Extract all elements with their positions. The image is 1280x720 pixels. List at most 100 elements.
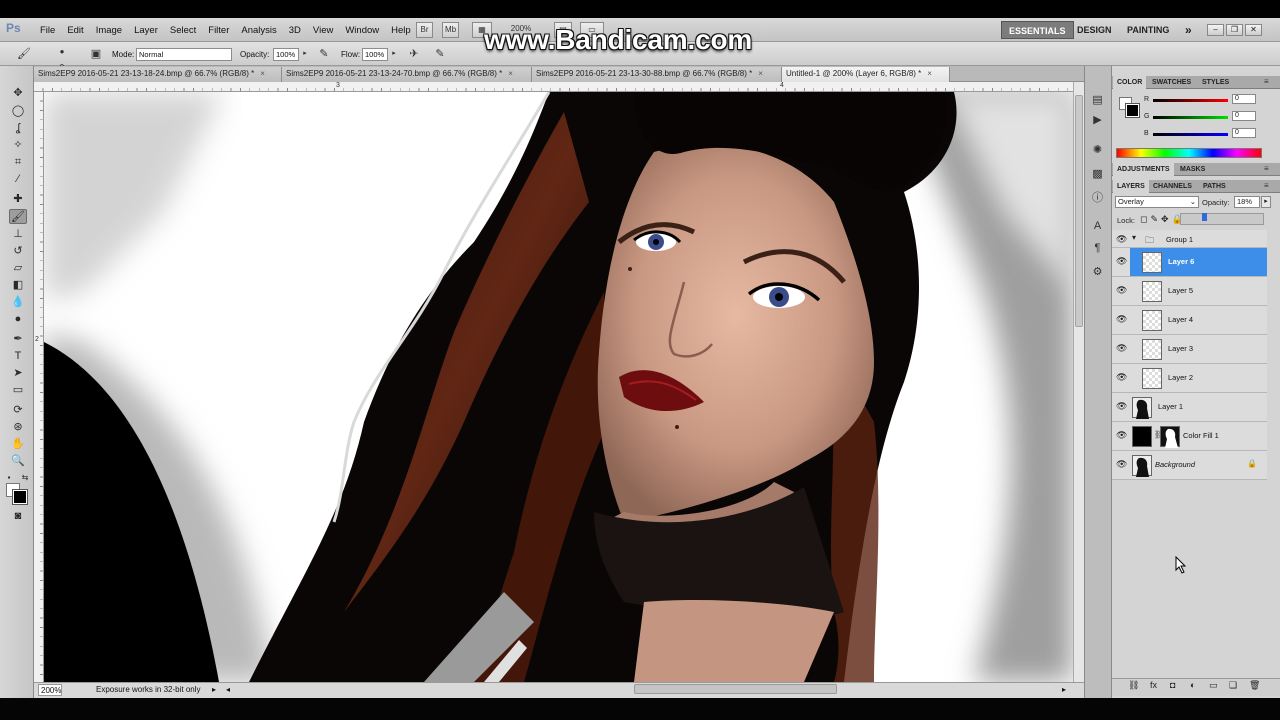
flow-arrow-icon[interactable]: ▸: [389, 46, 399, 62]
horizontal-scroll-thumb[interactable]: [634, 684, 837, 694]
hand-tool-icon[interactable]: ✋: [9, 437, 27, 452]
eye-icon[interactable]: 👁: [1116, 314, 1127, 324]
color-panel-fg-swatch[interactable]: [1126, 104, 1139, 117]
document-tab-2[interactable]: Sims2EP9 2016-05-21 23-13-24-70.bmp @ 66…: [282, 67, 532, 82]
tab-close-icon[interactable]: ×: [508, 69, 513, 78]
mini-bridge-button[interactable]: Mb: [442, 22, 459, 38]
menu-window[interactable]: Window: [339, 25, 385, 37]
menu-file[interactable]: File: [34, 25, 61, 37]
eraser-tool-icon[interactable]: ▱: [9, 261, 27, 276]
tab-close-icon[interactable]: ×: [260, 69, 265, 78]
paragraph-panel-icon[interactable]: ¶: [1089, 240, 1106, 256]
vertical-scroll-thumb[interactable]: [1075, 95, 1083, 327]
tab-paths[interactable]: PATHS: [1199, 180, 1230, 193]
eye-icon[interactable]: 👁: [1116, 372, 1127, 382]
eye-icon[interactable]: 👁: [1116, 459, 1127, 469]
quick-mask-icon[interactable]: ◙: [9, 509, 27, 524]
blend-mode-select[interactable]: Overlay ⌄: [1115, 196, 1199, 208]
new-layer-icon[interactable]: ❑: [1229, 680, 1237, 691]
move-tool-icon[interactable]: ✥: [9, 86, 27, 101]
airbrush-icon[interactable]: ✈: [406, 46, 422, 62]
channel-r-input[interactable]: 0: [1232, 94, 1256, 104]
tab-close-icon[interactable]: ×: [758, 69, 763, 78]
brush-panel-icon[interactable]: ✺: [1089, 142, 1106, 158]
layer-row[interactable]: 👁 Layer 5: [1112, 277, 1267, 306]
type-tool-icon[interactable]: T: [9, 349, 27, 364]
channel-g-input[interactable]: 0: [1232, 111, 1256, 121]
menu-edit[interactable]: Edit: [61, 25, 89, 37]
dodge-tool-icon[interactable]: ●: [9, 312, 27, 327]
eye-icon[interactable]: 👁: [1116, 430, 1127, 440]
eye-icon[interactable]: 👁: [1116, 401, 1127, 411]
opacity-arrow-icon[interactable]: ▸: [300, 46, 310, 62]
eye-icon[interactable]: 👁: [1116, 285, 1127, 295]
channel-g-slider[interactable]: [1153, 116, 1228, 119]
workspace-painting[interactable]: PAINTING: [1120, 21, 1176, 39]
tool-presets-icon[interactable]: ⚙: [1089, 264, 1106, 280]
layer-row[interactable]: 👁 Background 🔒: [1112, 451, 1267, 480]
panel-menu-icon[interactable]: ≡: [1264, 164, 1276, 173]
panel-menu-icon[interactable]: ≡: [1264, 181, 1276, 190]
marquee-tool-icon[interactable]: ◯: [9, 104, 27, 119]
color-spectrum-ramp[interactable]: [1116, 148, 1262, 158]
menu-3d[interactable]: 3D: [283, 25, 307, 37]
zoom-status-field[interactable]: 200%: [38, 684, 62, 696]
tablet-pressure-opacity-icon[interactable]: ✎: [316, 46, 332, 62]
channel-b-slider[interactable]: [1153, 133, 1228, 136]
tab-close-icon[interactable]: ×: [927, 69, 932, 78]
eye-icon[interactable]: 👁: [1116, 343, 1127, 353]
lock-options[interactable]: ◻✎✥🔒: [1140, 214, 1186, 225]
quick-select-tool-icon[interactable]: ✧: [9, 138, 27, 153]
delete-layer-icon[interactable]: 🗑: [1249, 680, 1260, 691]
layer-group-row[interactable]: 👁 ▾ 🗀 Group 1: [1112, 230, 1267, 248]
new-group-icon[interactable]: ▭: [1209, 680, 1218, 691]
channel-b-input[interactable]: 0: [1232, 128, 1256, 138]
layer-row[interactable]: 👁 Layer 6: [1112, 248, 1267, 277]
document-tab-1[interactable]: Sims2EP9 2016-05-21 23-13-18-24.bmp @ 66…: [34, 67, 282, 82]
document-tab-3[interactable]: Sims2EP9 2016-05-21 23-13-30-88.bmp @ 66…: [532, 67, 782, 82]
menu-layer[interactable]: Layer: [128, 25, 164, 37]
swap-colors-icon[interactable]: ⇆: [20, 470, 30, 485]
menu-analysis[interactable]: Analysis: [235, 25, 282, 37]
clone-source-panel-icon[interactable]: ▩: [1089, 166, 1106, 182]
layer-mask-thumbnail[interactable]: [1160, 426, 1180, 448]
mode-select[interactable]: Normal: [136, 48, 232, 61]
clone-stamp-tool-icon[interactable]: ⊥: [9, 227, 27, 242]
opacity-slider-popup[interactable]: [1180, 213, 1264, 225]
actions-panel-icon[interactable]: ▶: [1089, 112, 1106, 128]
scroll-right-icon[interactable]: ▸: [1062, 684, 1066, 696]
opacity-slider-thumb[interactable]: [1202, 213, 1207, 221]
brush-tool-preset-icon[interactable]: 🖌: [16, 46, 32, 62]
lasso-tool-icon[interactable]: ʆ: [9, 121, 27, 136]
tab-masks[interactable]: MASKS: [1176, 163, 1209, 176]
opacity-input[interactable]: 100%: [273, 48, 299, 61]
fill-color-thumbnail[interactable]: [1132, 426, 1152, 447]
flow-input[interactable]: 100%: [362, 48, 388, 61]
layer-row[interactable]: 👁 Layer 4: [1112, 306, 1267, 335]
character-panel-icon[interactable]: A: [1089, 218, 1106, 234]
scroll-left-icon[interactable]: ◂: [226, 684, 230, 696]
menu-view[interactable]: View: [307, 25, 339, 37]
tab-channels[interactable]: CHANNELS: [1149, 180, 1196, 193]
crop-tool-icon[interactable]: ⌗: [9, 155, 27, 170]
tab-color[interactable]: COLOR: [1113, 76, 1147, 89]
3d-orbit-tool-icon[interactable]: ⊛: [9, 420, 27, 435]
close-button[interactable]: ✕: [1245, 24, 1262, 36]
toggle-brush-panel-icon[interactable]: ▣: [88, 46, 104, 62]
tab-swatches[interactable]: SWATCHES: [1148, 76, 1195, 89]
link-layers-icon[interactable]: ⛓: [1128, 680, 1139, 691]
eye-icon[interactable]: 👁: [1116, 256, 1127, 266]
history-panel-icon[interactable]: ▤: [1089, 92, 1106, 108]
bridge-button[interactable]: Br: [416, 22, 433, 38]
gradient-tool-icon[interactable]: ◧: [9, 278, 27, 293]
menu-filter[interactable]: Filter: [202, 25, 235, 37]
panel-menu-icon[interactable]: ≡: [1264, 77, 1276, 86]
restore-button[interactable]: ❐: [1226, 24, 1243, 36]
layer-row[interactable]: 👁 ⛓ Color Fill 1: [1112, 422, 1267, 451]
opacity-arrow-icon[interactable]: ▸: [1261, 196, 1271, 208]
document-tab-active[interactable]: Untitled-1 @ 200% (Layer 6, RGB/8) * ×: [782, 67, 950, 82]
minimize-button[interactable]: –: [1207, 24, 1224, 36]
workspace-more-button[interactable]: »: [1178, 21, 1199, 39]
document-canvas[interactable]: [44, 92, 1073, 682]
add-mask-icon[interactable]: ◘: [1170, 680, 1175, 690]
